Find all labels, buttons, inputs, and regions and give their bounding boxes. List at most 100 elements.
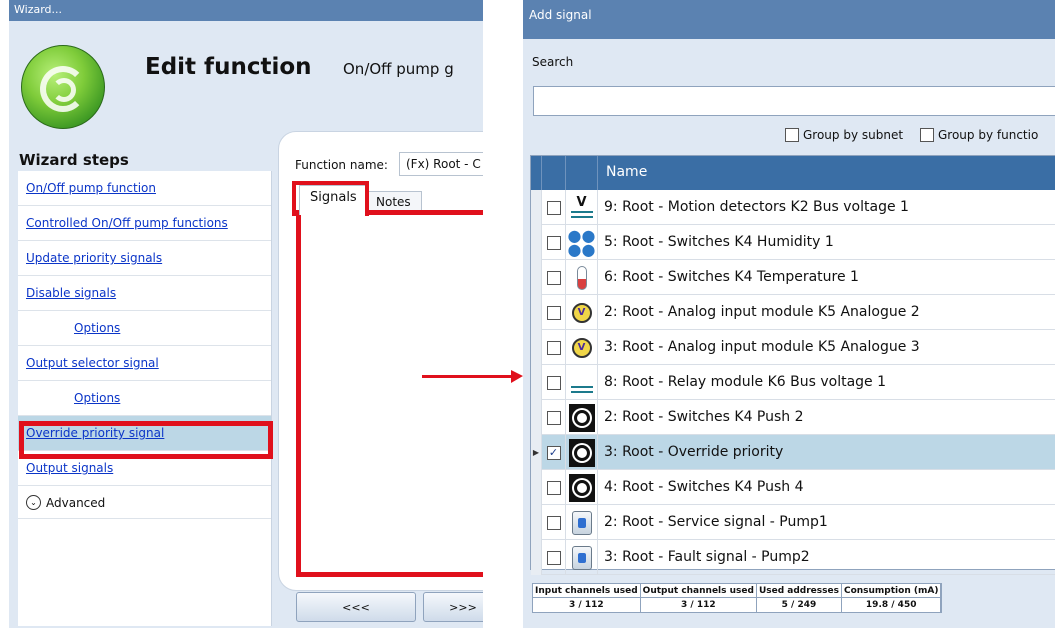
row-icon-cell: ●● ●●	[566, 225, 598, 260]
table-row[interactable]: V 2: Root - Analog input module K5 Analo…	[531, 295, 1055, 330]
group-by-subnet-checkbox[interactable]: Group by subnet	[785, 128, 903, 142]
row-check-cell	[542, 540, 566, 575]
row-indicator	[531, 260, 542, 295]
add-signal-window: Add signal Search Group by subnet Group …	[523, 0, 1055, 628]
row-icon-cell	[566, 540, 598, 575]
row-name: 4: Root - Switches K4 Push 4	[604, 479, 804, 495]
group-by-function-checkbox[interactable]: Group by functio	[920, 128, 1038, 142]
table-row[interactable]: V 9: Root - Motion detectors K2 Bus volt…	[531, 190, 1055, 225]
table-row[interactable]: 4: Root - Switches K4 Push 4	[531, 470, 1055, 505]
row-indicator-arrow-icon: ▶	[531, 435, 542, 470]
row-icon-cell: V	[566, 295, 598, 330]
row-indicator	[531, 330, 542, 365]
search-input[interactable]	[533, 86, 1055, 116]
stat-label: Used addresses	[756, 586, 841, 598]
table-row[interactable]: 6: Root - Switches K4 Temperature 1	[531, 260, 1055, 295]
row-checkbox[interactable]	[546, 410, 561, 425]
function-name-label: Function name:	[295, 158, 388, 172]
step-disable-signals-options[interactable]: Options	[18, 311, 271, 346]
row-checkbox[interactable]	[546, 270, 561, 285]
group-by-function-label: Group by functio	[938, 128, 1039, 142]
table-row[interactable]: 8: Root - Relay module K6 Bus voltage 1	[531, 365, 1055, 400]
advanced-toggle[interactable]: ⌄ Advanced	[18, 486, 271, 519]
step-output-selector-signal[interactable]: Output selector signal	[18, 346, 271, 381]
row-name: 3: Root - Analog input module K5 Analogu…	[604, 339, 920, 355]
row-check-cell: ✓	[542, 435, 566, 470]
row-icon-cell: V	[566, 190, 598, 225]
row-icon-cell	[566, 435, 598, 470]
checkbox-box[interactable]	[785, 128, 799, 142]
table-row[interactable]: 3: Root - Fault signal - Pump2	[531, 540, 1055, 575]
row-checkbox[interactable]	[546, 550, 561, 565]
page-subtitle: On/Off pump g	[343, 60, 454, 78]
next-button[interactable]: >>>	[423, 592, 483, 622]
step-output-selector-options[interactable]: Options	[18, 381, 271, 416]
stat-input-channels: Input channels used 3 / 112	[533, 584, 641, 612]
checkbox-box[interactable]	[920, 128, 934, 142]
function-name-field[interactable]: (Fx) Root - C	[399, 152, 483, 176]
row-indicator	[531, 400, 542, 435]
push-button-icon	[568, 403, 595, 432]
row-check-cell	[542, 470, 566, 505]
add-signal-titlebar: Add signal	[523, 0, 1055, 39]
row-indicator	[531, 295, 542, 330]
row-checkbox[interactable]	[546, 305, 561, 320]
stat-label: Consumption (mA)	[841, 586, 941, 598]
row-check-cell	[542, 330, 566, 365]
step-disable-signals[interactable]: Disable signals	[18, 276, 271, 311]
row-checkbox[interactable]	[546, 235, 561, 250]
row-name: 6: Root - Switches K4 Temperature 1	[604, 269, 859, 285]
row-checkbox[interactable]	[546, 480, 561, 495]
service-signal-icon	[571, 545, 592, 570]
bus-voltage-icon: V	[570, 196, 593, 219]
table-row[interactable]: 2: Root - Service signal - Pump1	[531, 505, 1055, 540]
table-row[interactable]: V 3: Root - Analog input module K5 Analo…	[531, 330, 1055, 365]
previous-button[interactable]: <<<	[296, 592, 416, 622]
row-indicator	[531, 225, 542, 260]
grid-header: Name	[531, 156, 1055, 190]
row-checkbox[interactable]	[546, 375, 561, 390]
usage-stats: Input channels used 3 / 112 Output chann…	[532, 583, 943, 613]
table-row[interactable]: 2: Root - Switches K4 Push 2	[531, 400, 1055, 435]
row-checkbox-checked[interactable]: ✓	[546, 445, 561, 460]
row-check-cell	[542, 400, 566, 435]
step-onoff-pump-function[interactable]: On/Off pump function	[18, 171, 271, 206]
chevron-down-icon: ⌄	[26, 495, 41, 510]
step-controlled-onoff-pump-functions[interactable]: Controlled On/Off pump functions	[18, 206, 271, 241]
row-name: 5: Root - Switches K4 Humidity 1	[604, 234, 834, 250]
page-title: Edit function	[145, 54, 312, 80]
row-icon-cell	[566, 400, 598, 435]
column-header-name[interactable]: Name	[598, 156, 1055, 190]
table-row-selected[interactable]: ▶ ✓ 3: Root - Override priority	[531, 435, 1055, 470]
row-indicator	[531, 470, 542, 505]
row-check-cell	[542, 190, 566, 225]
row-icon-cell	[566, 505, 598, 540]
analogue-icon: V	[571, 302, 592, 323]
stat-label: Output channels used	[640, 586, 756, 598]
wizard-steps-list: On/Off pump function Controlled On/Off p…	[18, 171, 272, 626]
row-checkbox[interactable]	[546, 200, 561, 215]
stat-output-channels: Output channels used 3 / 112	[640, 584, 757, 612]
row-name: 2: Root - Switches K4 Push 2	[604, 409, 804, 425]
row-checkbox[interactable]	[546, 340, 561, 355]
analogue-icon: V	[571, 337, 592, 358]
table-row[interactable]: ●● ●● 5: Root - Switches K4 Humidity 1	[531, 225, 1055, 260]
row-check-cell	[542, 505, 566, 540]
row-icon-cell	[566, 260, 598, 295]
stat-value: 3 / 112	[569, 600, 604, 610]
logo-swirl-inner	[52, 78, 76, 102]
row-name: 8: Root - Relay module K6 Bus voltage 1	[604, 374, 887, 390]
push-button-icon	[568, 438, 595, 467]
stat-label: Input channels used	[533, 586, 640, 598]
row-icon-cell	[566, 470, 598, 505]
row-checkbox[interactable]	[546, 515, 561, 530]
app-logo-icon	[21, 45, 105, 129]
screen: Wizard... Edit function On/Off pump g Wi…	[0, 0, 1055, 628]
row-check-cell	[542, 225, 566, 260]
row-indicator	[531, 505, 542, 540]
highlight-frame-step	[19, 421, 273, 459]
step-update-priority-signals[interactable]: Update priority signals	[18, 241, 271, 276]
row-name: 2: Root - Service signal - Pump1	[604, 514, 828, 530]
header-indicator-cell	[531, 156, 542, 190]
signals-list-area[interactable]	[296, 210, 483, 577]
